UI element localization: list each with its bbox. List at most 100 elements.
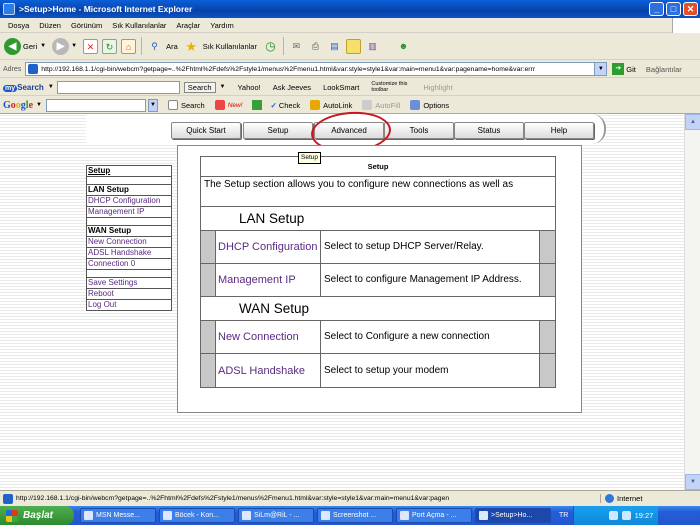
address-url: http://192.168.1.1/cgi-bin/webcm?getpage… xyxy=(41,65,536,73)
discuss-icon[interactable] xyxy=(345,38,361,54)
dhcp-configuration-link[interactable]: DHCP Configuration xyxy=(216,231,321,263)
menu-help[interactable]: Yardım xyxy=(210,21,234,30)
edit-icon[interactable]: ▤ xyxy=(327,39,342,54)
search-button[interactable]: ⚲ Ara xyxy=(147,39,177,54)
stop-icon[interactable]: ✕ xyxy=(83,38,99,54)
chevron-down-icon[interactable]: ▼ xyxy=(220,84,226,90)
ask-jeeves-link[interactable]: Ask Jeeves xyxy=(273,83,311,92)
forward-button[interactable]: ▶ ▼ xyxy=(52,37,78,55)
research-icon[interactable]: ▥ xyxy=(365,39,380,54)
refresh-icon[interactable]: ↻ xyxy=(102,38,118,54)
taskbar-item-bocek[interactable]: Böcek - Kon... xyxy=(159,508,235,523)
new-connection-link[interactable]: New Connection xyxy=(216,321,321,353)
sidebar-item-reboot[interactable]: Reboot xyxy=(86,288,172,299)
sidebar-item-save-settings[interactable]: Save Settings xyxy=(86,277,172,288)
autofill-button[interactable]: AutoFill xyxy=(362,100,400,110)
options-button[interactable]: Options xyxy=(410,100,449,110)
management-ip-link[interactable]: Management IP xyxy=(216,264,321,296)
minimize-button[interactable]: _ xyxy=(649,2,664,16)
go-button[interactable]: ➔ Git xyxy=(612,63,636,75)
sidebar-item-dhcp-configuration[interactable]: DHCP Configuration xyxy=(86,195,172,206)
highlight-button[interactable]: Highlight xyxy=(423,83,452,92)
menu-tools[interactable]: Araçlar xyxy=(176,21,200,30)
looksmart-link[interactable]: LookSmart xyxy=(323,83,359,92)
autolink-button[interactable]: AutoLink xyxy=(310,100,352,110)
scroll-up-icon[interactable]: ▲ xyxy=(685,114,700,130)
ie-icon xyxy=(3,3,15,15)
back-button[interactable]: ◀ Geri ▼ xyxy=(4,37,46,55)
google-new-button[interactable]: New! xyxy=(214,100,243,110)
start-button[interactable]: Başlat xyxy=(0,506,74,525)
chevron-down-icon[interactable]: ▼ xyxy=(48,84,54,90)
mail-icon[interactable]: ✉ xyxy=(289,39,304,54)
adsl-handshake-link[interactable]: ADSL Handshake xyxy=(216,354,321,387)
menu-favorites[interactable]: Sık Kullanılanlar xyxy=(112,21,166,30)
pagerank-icon[interactable] xyxy=(251,100,262,110)
windows-flag-icon xyxy=(6,509,18,522)
taskbar-item-screenshot[interactable]: Screenshot ... xyxy=(317,508,393,523)
autofill-icon xyxy=(362,100,373,110)
sidebar-item-connection-0[interactable]: Connection 0 xyxy=(86,258,172,269)
taskbar-item-msn[interactable]: MSN Messe... xyxy=(80,508,156,523)
sidebar-item-adsl-handshake[interactable]: ADSL Handshake xyxy=(86,247,172,258)
google-g-icon xyxy=(167,100,178,110)
setup-description: The Setup section allows you to configur… xyxy=(201,177,555,207)
language-indicator[interactable]: TR xyxy=(559,512,568,519)
menu-gorunum[interactable]: Görünüm xyxy=(71,21,102,30)
page-icon xyxy=(28,64,39,74)
menu-dosya[interactable]: Dosya xyxy=(8,21,29,30)
google-search-input[interactable] xyxy=(45,98,146,112)
google-search-button[interactable]: Search xyxy=(167,100,205,110)
menu-duzen[interactable]: Düzen xyxy=(39,21,61,30)
page-title: Setup xyxy=(201,157,555,177)
tray-icon[interactable] xyxy=(608,511,618,520)
address-input[interactable]: http://192.168.1.1/cgi-bin/webcm?getpage… xyxy=(25,62,596,76)
taskbar-item-setup[interactable]: >Setup>Ho... xyxy=(475,508,551,523)
sidebar-item-management-ip[interactable]: Management IP xyxy=(86,206,172,217)
sidebar-title[interactable]: Setup xyxy=(86,165,172,176)
sidebar-item-log-out[interactable]: Log Out xyxy=(86,299,172,311)
table-row: New Connection Select to Configure a new… xyxy=(201,321,555,354)
row-description: Select to setup your modem xyxy=(321,354,540,387)
print-icon[interactable]: ⎙ xyxy=(308,39,323,54)
tooltip: Setup xyxy=(298,152,321,164)
toolbar-separator xyxy=(282,37,284,55)
tab-help[interactable]: Help xyxy=(524,122,594,139)
app-icon xyxy=(163,511,172,520)
address-label: Adres xyxy=(3,65,22,73)
mysearch-button[interactable]: Search xyxy=(183,81,216,93)
scroll-down-icon[interactable]: ▼ xyxy=(685,474,700,490)
taskbar-item-port-acma[interactable]: Port Açma - ... xyxy=(396,508,472,523)
tab-quick-start[interactable]: Quick Start xyxy=(171,122,241,139)
options-icon xyxy=(410,100,421,110)
customize-toolbar-link[interactable]: Customize this toolbar xyxy=(371,81,411,93)
new-feature-icon xyxy=(214,100,225,110)
mysearch-input[interactable] xyxy=(56,80,180,94)
spell-check-button[interactable]: ✓ Check xyxy=(271,101,301,110)
close-button[interactable]: ✕ xyxy=(683,2,698,16)
favorites-button[interactable]: ★ Sık Kullanılanlar xyxy=(184,39,257,54)
chevron-down-icon: ▼ xyxy=(71,43,78,49)
vertical-scrollbar[interactable]: ▲ ▼ xyxy=(684,114,700,490)
taskbar-item-silmaril[interactable]: SiLm@RiL - ... xyxy=(238,508,314,523)
messenger-icon[interactable]: ☻ xyxy=(396,39,411,54)
links-label[interactable]: Bağlantılar xyxy=(646,65,682,74)
maximize-button[interactable]: □ xyxy=(666,2,681,16)
chevron-down-icon[interactable]: ▼ xyxy=(36,102,42,108)
google-dropdown-icon[interactable]: ▼ xyxy=(147,98,158,112)
back-arrow-icon: ◀ xyxy=(4,37,21,55)
lan-setup-heading: LAN Setup xyxy=(201,207,555,231)
address-dropdown-icon[interactable]: ▼ xyxy=(595,62,608,76)
title-bar: >Setup>Home - Microsoft Internet Explore… xyxy=(0,0,700,18)
tab-setup[interactable]: Setup xyxy=(243,122,313,139)
app-icon xyxy=(84,511,93,520)
tab-status[interactable]: Status xyxy=(454,122,524,139)
sidebar-spacer xyxy=(86,217,172,225)
page-icon xyxy=(3,493,13,504)
home-icon[interactable]: ⌂ xyxy=(121,38,137,54)
tray-icon[interactable] xyxy=(621,511,631,520)
tab-tools[interactable]: Tools xyxy=(384,122,454,139)
sidebar-item-new-connection[interactable]: New Connection xyxy=(86,236,172,247)
history-icon[interactable]: ◷ xyxy=(263,39,278,54)
yahoo-link[interactable]: Yahoo! xyxy=(237,83,260,92)
